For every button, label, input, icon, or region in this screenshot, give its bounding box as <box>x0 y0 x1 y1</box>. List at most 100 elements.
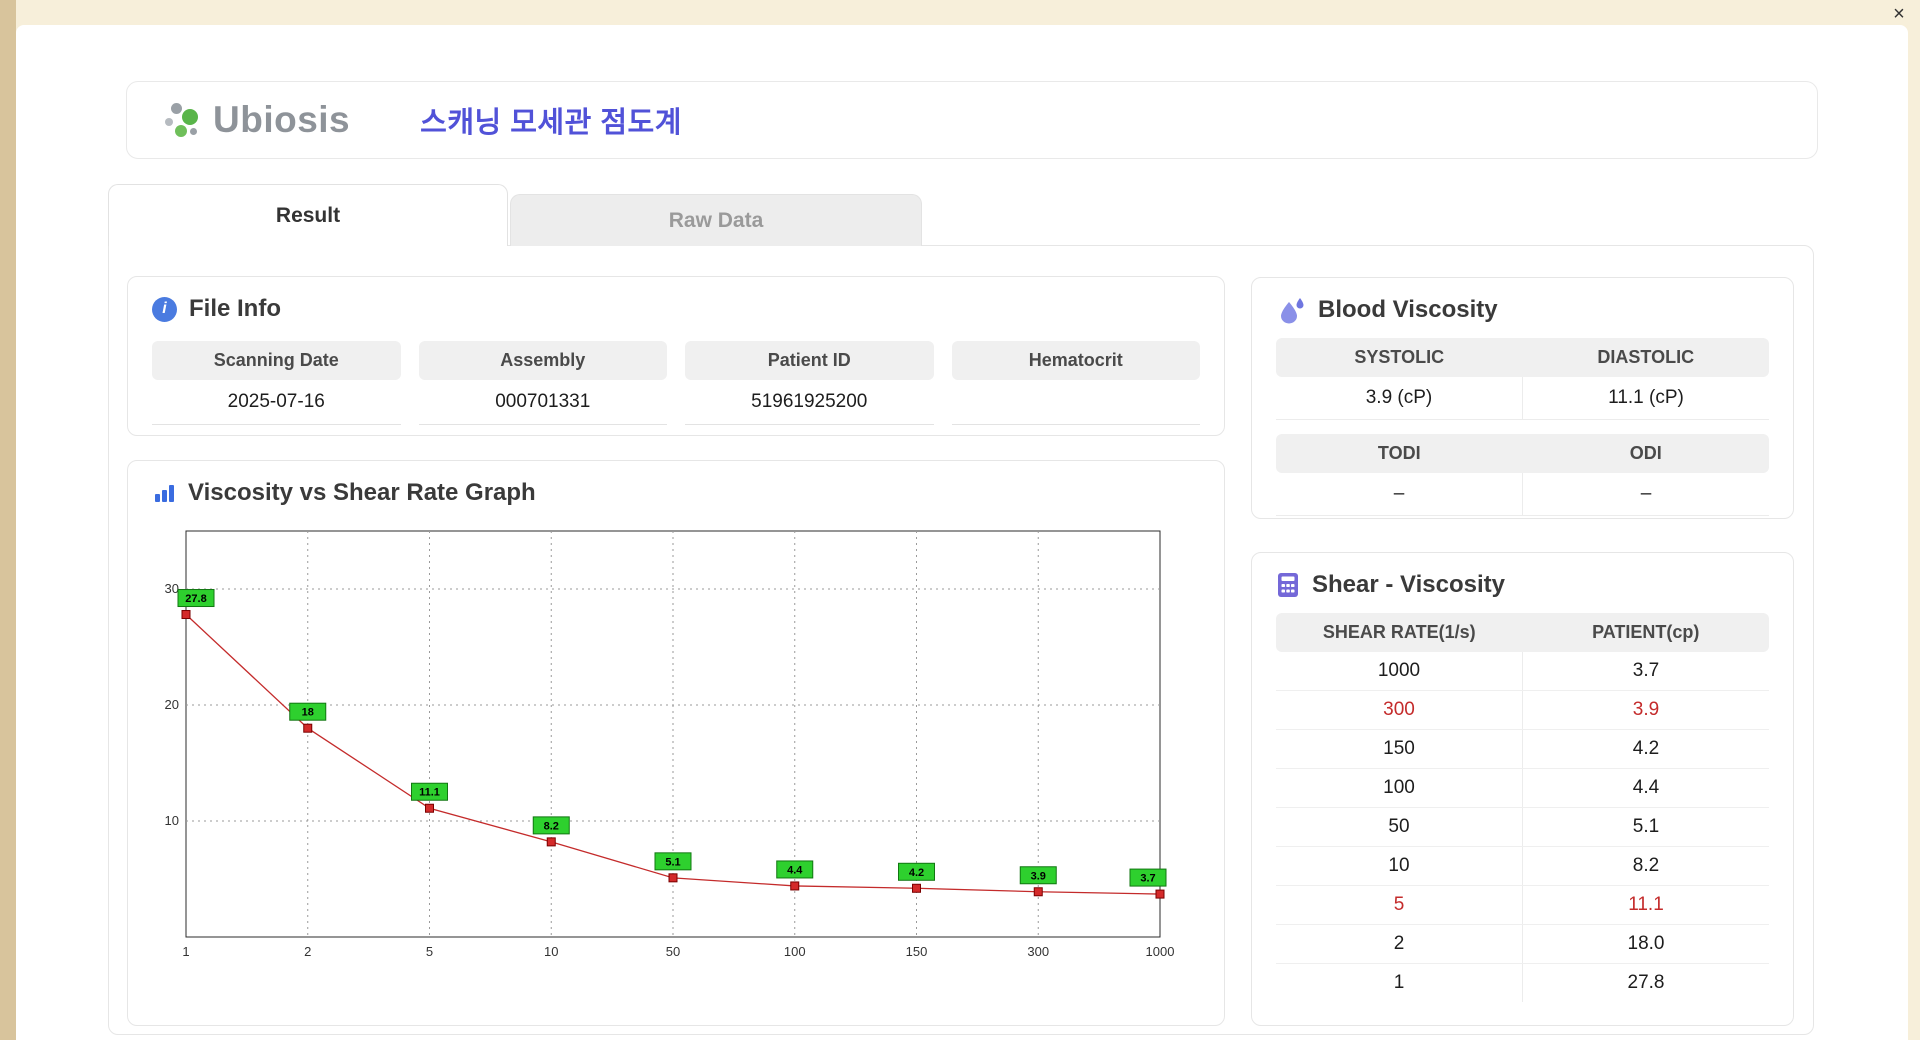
svg-text:18: 18 <box>302 707 314 719</box>
todi-value: – <box>1393 483 1405 504</box>
svg-text:100: 100 <box>784 944 806 959</box>
patient-viscosity-value: 3.7 <box>1522 652 1769 690</box>
systolic-label: SYSTOLIC <box>1354 347 1445 367</box>
patient-viscosity-value: 5.1 <box>1522 808 1769 846</box>
table-row: 10 8.2 <box>1276 847 1769 886</box>
file-info-title: File Info <box>189 295 281 322</box>
info-icon: i <box>152 296 177 322</box>
main-window: Ubiosis 스캐닝 모세관 점도계 Result Raw Data i Fi… <box>16 25 1908 1040</box>
shear-rate-value: 100 <box>1383 777 1415 798</box>
svg-text:1000: 1000 <box>1146 944 1175 959</box>
field-value: 2025-07-16 <box>227 391 325 412</box>
shear-rate-value: 2 <box>1393 933 1405 954</box>
table-row: 100 4.4 <box>1276 769 1769 808</box>
graph-card: Viscosity vs Shear Rate Graph 10 20 30 1 2 5 1… <box>127 460 1225 1026</box>
field-label: Scanning Date <box>152 341 401 380</box>
field-hematocrit: Hematocrit <box>951 341 1201 425</box>
shear-rate-value: 300 <box>1383 699 1415 720</box>
tab-raw-data[interactable]: Raw Data <box>510 194 922 246</box>
field-value <box>952 380 1201 422</box>
ubiosis-logo: Ubiosis <box>163 99 350 141</box>
field-label: Assembly <box>418 341 667 380</box>
svg-text:1: 1 <box>182 944 189 959</box>
file-info-card: i File Info Scanning Date 2025-07-16 Ass… <box>127 276 1225 436</box>
graph-title: Viscosity vs Shear Rate Graph <box>188 479 536 506</box>
patient-viscosity-value: 11.1 <box>1522 886 1769 924</box>
table-row: 50 5.1 <box>1276 808 1769 847</box>
patient-viscosity-value: 18.0 <box>1522 925 1769 963</box>
odi-value: – <box>1522 473 1769 515</box>
close-icon[interactable]: × <box>1886 2 1912 26</box>
shear-viscosity-title: Shear - Viscosity <box>1312 571 1505 598</box>
todi-label: TODI <box>1377 443 1421 463</box>
patient-viscosity-value: 4.2 <box>1522 730 1769 768</box>
svg-text:30: 30 <box>165 581 179 596</box>
result-panel: i File Info Scanning Date 2025-07-16 Ass… <box>108 245 1814 1035</box>
shear-rate-value: 5 <box>1393 894 1405 915</box>
svg-text:27.8: 27.8 <box>185 593 206 605</box>
svg-text:8.2: 8.2 <box>544 820 559 832</box>
field-assembly: Assembly 000701331 <box>418 341 667 425</box>
tab-result[interactable]: Result <box>108 184 508 246</box>
viscosity-chart: 10 20 30 1 2 5 10 50 100 150 300 1000 27.8 18 11.1 8.2 5… <box>152 517 1200 987</box>
shear-rate-value: 10 <box>1388 855 1410 876</box>
svg-text:5: 5 <box>426 944 433 959</box>
shear-table-header: SHEAR RATE(1/s) PATIENT(cp) <box>1276 613 1769 652</box>
window-frame-left <box>0 0 16 1040</box>
field-value: 000701331 <box>495 391 591 412</box>
svg-text:3.9: 3.9 <box>1031 870 1046 882</box>
calculator-icon <box>1276 572 1300 598</box>
shear-rate-value: 1000 <box>1377 660 1421 681</box>
bv-value-row: – – <box>1276 473 1769 516</box>
field-label: Hematocrit <box>951 341 1200 380</box>
page-title: 스캐닝 모세관 점도계 <box>420 107 682 139</box>
table-row: 1 27.8 <box>1276 964 1769 1002</box>
bv-header-row: TODI ODI <box>1276 434 1769 473</box>
logo-text: Ubiosis <box>213 99 351 140</box>
table-row: 150 4.2 <box>1276 730 1769 769</box>
header-card: Ubiosis 스캐닝 모세관 점도계 <box>126 81 1818 159</box>
bv-header-row: SYSTOLIC DIASTOLIC <box>1276 338 1769 377</box>
tab-bar: Result Raw Data <box>108 183 922 246</box>
logo-dots-icon <box>163 99 209 141</box>
droplet-icon <box>1276 296 1306 324</box>
table-row: 2 18.0 <box>1276 925 1769 964</box>
field-value: 51961925200 <box>751 391 868 412</box>
patient-column-header: PATIENT(cp) <box>1592 622 1700 642</box>
field-patient-id: Patient ID 51961925200 <box>685 341 934 425</box>
diastolic-label: DIASTOLIC <box>1597 347 1695 367</box>
table-row: 300 3.9 <box>1276 691 1769 730</box>
svg-text:150: 150 <box>906 944 928 959</box>
svg-text:4.4: 4.4 <box>787 864 803 876</box>
patient-viscosity-value: 27.8 <box>1522 964 1769 1002</box>
svg-text:300: 300 <box>1027 944 1049 959</box>
table-row: 1000 3.7 <box>1276 652 1769 691</box>
svg-text:50: 50 <box>666 944 680 959</box>
systolic-value: 3.9 (cP) <box>1365 387 1433 408</box>
patient-viscosity-value: 3.9 <box>1522 691 1769 729</box>
odi-label: ODI <box>1629 443 1662 463</box>
svg-text:4.2: 4.2 <box>909 867 924 879</box>
shear-rate-column-header: SHEAR RATE(1/s) <box>1322 622 1476 642</box>
field-scanning-date: Scanning Date 2025-07-16 <box>152 341 401 425</box>
svg-text:20: 20 <box>165 697 179 712</box>
patient-viscosity-value: 4.4 <box>1522 769 1769 807</box>
blood-viscosity-title: Blood Viscosity <box>1318 296 1498 323</box>
svg-text:11.1: 11.1 <box>419 787 440 799</box>
field-label: Patient ID <box>685 341 934 380</box>
bv-value-row: 3.9 (cP) 11.1 (cP) <box>1276 377 1769 420</box>
svg-text:10: 10 <box>544 944 558 959</box>
blood-viscosity-card: Blood Viscosity SYSTOLIC DIASTOLIC 3.9 (… <box>1251 277 1794 519</box>
svg-text:5.1: 5.1 <box>665 856 680 868</box>
bar-chart-icon <box>152 481 176 505</box>
table-row: 5 11.1 <box>1276 886 1769 925</box>
svg-text:2: 2 <box>304 944 311 959</box>
shear-viscosity-card: Shear - Viscosity SHEAR RATE(1/s) PATIEN… <box>1251 552 1794 1026</box>
svg-text:10: 10 <box>165 813 179 828</box>
svg-text:3.7: 3.7 <box>1140 873 1155 885</box>
shear-rate-value: 50 <box>1388 816 1410 837</box>
shear-rate-value: 150 <box>1383 738 1415 759</box>
shear-rate-value: 1 <box>1393 972 1405 993</box>
patient-viscosity-value: 8.2 <box>1522 847 1769 885</box>
diastolic-value: 11.1 (cP) <box>1522 377 1769 419</box>
